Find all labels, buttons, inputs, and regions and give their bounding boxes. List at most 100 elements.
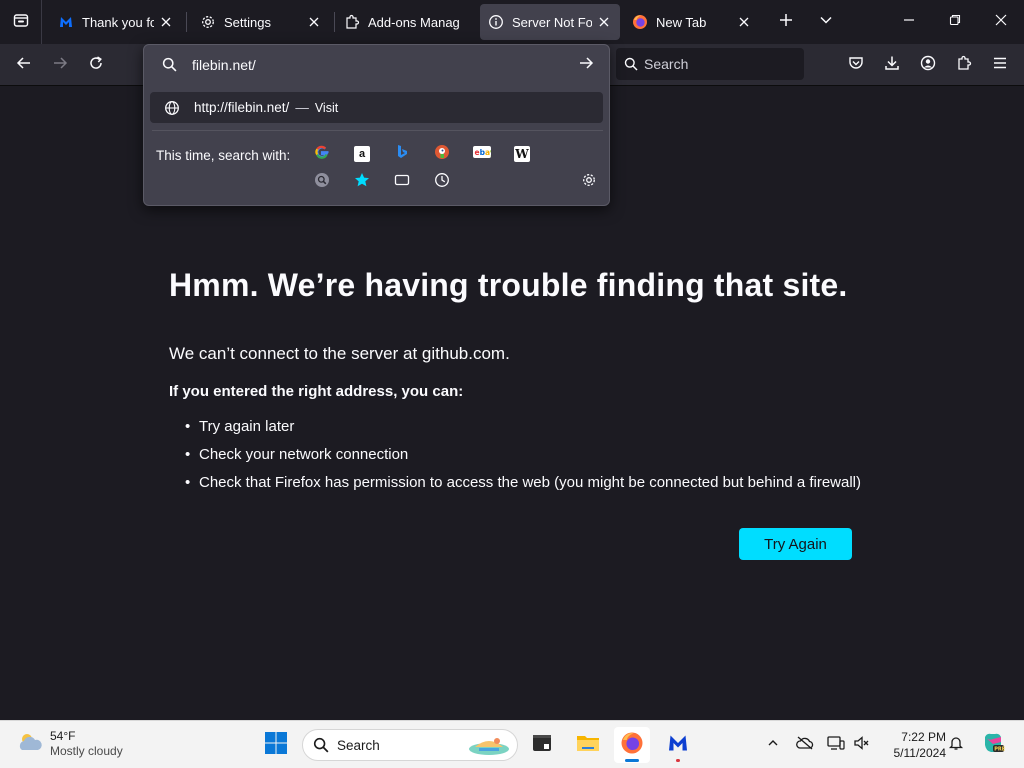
pocket-icon <box>848 55 864 76</box>
malwarebytes-icon <box>58 14 74 30</box>
account-button[interactable] <box>912 49 944 81</box>
taskbar-search-box[interactable]: Search <box>302 729 518 761</box>
tab-title: New Tab <box>656 14 707 30</box>
tab-new-tab[interactable]: New Tab <box>624 4 760 40</box>
close-window-button[interactable] <box>978 0 1024 44</box>
tab-title: Add-ons Manag <box>368 14 460 30</box>
weather-widget[interactable]: 54°F Mostly cloudy <box>16 729 123 759</box>
show-hidden-icons-button[interactable] <box>763 735 783 755</box>
go-arrow-icon[interactable] <box>578 55 594 71</box>
tabs-icon <box>394 172 410 193</box>
tab-settings[interactable]: Settings <box>192 4 330 40</box>
search-engine-icon <box>314 172 330 193</box>
duckduckgo-icon <box>434 144 450 165</box>
list-item: Check your network connection <box>185 445 861 473</box>
svg-text:ebay: ebay <box>475 148 492 157</box>
copilot-button[interactable]: PRE <box>980 732 1006 758</box>
taskbar-app-firefox[interactable] <box>614 727 650 763</box>
search-bar[interactable]: Search <box>616 48 804 80</box>
new-tab-button[interactable] <box>772 8 800 36</box>
network-tray-icon[interactable] <box>826 735 846 755</box>
malwarebytes-icon <box>666 731 690 760</box>
result-separator: — <box>295 100 309 115</box>
gear-icon <box>200 14 216 30</box>
engine-amazon[interactable]: a <box>351 143 373 165</box>
restore-button[interactable] <box>932 0 978 44</box>
tab-title: Settings <box>224 14 271 30</box>
google-icon <box>314 144 330 165</box>
back-button[interactable] <box>8 49 40 81</box>
plus-icon <box>779 13 793 32</box>
close-icon[interactable] <box>736 14 752 30</box>
close-icon[interactable] <box>158 14 174 30</box>
history-icon <box>434 172 450 193</box>
onedrive-tray-icon[interactable] <box>795 735 815 755</box>
url-input[interactable] <box>192 53 562 77</box>
pocket-button[interactable] <box>840 49 872 81</box>
arrow-right-icon <box>52 55 68 76</box>
taskbar-app-terminal[interactable] <box>524 727 560 763</box>
search-icon <box>313 737 329 753</box>
wikipedia-icon: W <box>514 146 530 162</box>
menu-button[interactable] <box>984 49 1016 81</box>
reload-button[interactable] <box>80 49 112 81</box>
volume-muted-icon <box>853 735 871 756</box>
try-again-button[interactable]: Try Again <box>739 528 852 560</box>
taskbar-app-file-explorer[interactable] <box>570 727 606 763</box>
minimize-button[interactable] <box>886 0 932 44</box>
engine-google[interactable] <box>311 143 333 165</box>
download-icon <box>884 55 900 76</box>
extensions-button[interactable] <box>948 49 980 81</box>
firefox-icon <box>620 731 644 760</box>
engine-ebay[interactable]: ebay <box>471 143 495 165</box>
search-settings-button[interactable] <box>578 171 600 193</box>
search-engine-button[interactable] <box>311 171 333 193</box>
bookmarks-search-button[interactable] <box>351 171 373 193</box>
chevron-down-icon <box>819 13 833 32</box>
minimize-icon <box>903 13 915 31</box>
engine-wikipedia[interactable]: W <box>511 143 533 165</box>
clock-time: 7:22 PM <box>901 730 946 744</box>
tabs-search-button[interactable] <box>391 171 413 193</box>
tab-thank-you[interactable]: Thank you for d <box>50 4 182 40</box>
tab-separator <box>186 12 187 32</box>
volume-tray-icon[interactable] <box>852 735 872 755</box>
result-url: http://filebin.net/ <box>194 100 290 115</box>
tab-title: Thank you for d <box>82 14 154 30</box>
list-all-tabs-button[interactable] <box>812 8 840 36</box>
close-icon[interactable] <box>306 14 322 30</box>
tab-separator <box>334 12 335 32</box>
engine-duckduckgo[interactable] <box>431 143 453 165</box>
forward-button[interactable] <box>44 49 76 81</box>
firefox-view-button[interactable] <box>0 0 42 44</box>
bookmarks-star-icon <box>354 172 370 193</box>
error-description: We can’t connect to the server at github… <box>169 344 510 363</box>
history-search-button[interactable] <box>431 171 453 193</box>
engine-bing[interactable] <box>391 143 413 165</box>
weather-description: Mostly cloudy <box>50 744 123 758</box>
windows-start-icon <box>264 731 288 760</box>
tab-server-not-found[interactable]: Server Not Foun <box>480 4 620 40</box>
firefox-icon <box>632 14 648 30</box>
info-icon <box>488 14 504 30</box>
close-icon[interactable] <box>596 14 612 30</box>
page-title: Hmm. We’re having trouble finding that s… <box>169 267 848 303</box>
search-icon <box>162 57 177 72</box>
tab-title: Server Not Foun <box>512 14 592 30</box>
search-icon <box>624 57 638 71</box>
taskbar-app-malwarebytes[interactable] <box>660 727 696 763</box>
tab-addons-manager[interactable]: Add-ons Manag <box>336 4 476 40</box>
notifications-button[interactable] <box>946 735 966 755</box>
globe-icon <box>164 100 180 116</box>
urlbar-panel: http://filebin.net/ — Visit This time, s… <box>143 44 610 206</box>
active-app-indicator <box>625 759 639 762</box>
cloudy-weather-icon <box>16 730 44 759</box>
one-off-search-label: This time, search with: <box>156 148 291 163</box>
restore-icon <box>949 13 961 31</box>
start-button[interactable] <box>258 727 294 763</box>
copilot-icon: PRE <box>981 731 1006 760</box>
system-clock[interactable]: 7:22 PM 5/11/2024 <box>876 729 947 761</box>
search-bar-placeholder: Search <box>644 56 689 72</box>
downloads-button[interactable] <box>876 49 908 81</box>
urlbar-result-visit[interactable]: http://filebin.net/ — Visit <box>150 92 603 123</box>
